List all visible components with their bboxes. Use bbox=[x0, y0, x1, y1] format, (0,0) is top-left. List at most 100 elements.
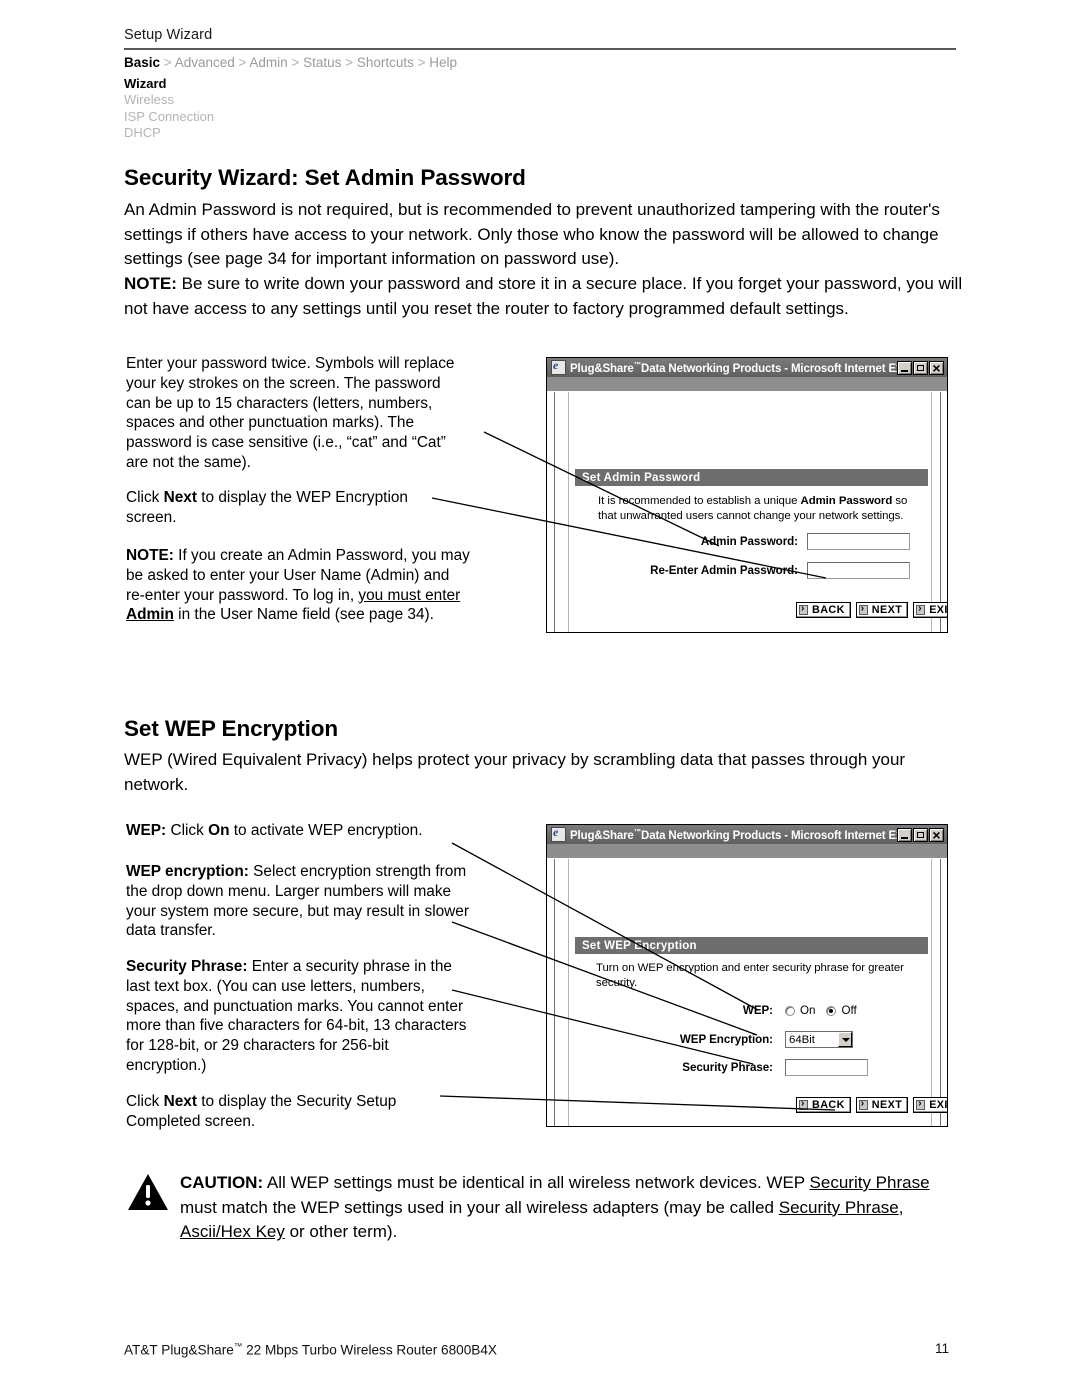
next-button[interactable]: NEXT bbox=[855, 602, 909, 618]
chevron-right-icon bbox=[916, 1097, 926, 1111]
window-controls bbox=[897, 359, 944, 377]
security-phrase-input[interactable] bbox=[785, 1059, 868, 1076]
exit-button[interactable]: EXIT bbox=[913, 1097, 947, 1113]
wep-encryption-label: WEP Encryption: bbox=[679, 1033, 773, 1046]
wep-encryption-select[interactable]: 64Bit bbox=[785, 1031, 853, 1048]
section1-note-text: Be sure to write down your password and … bbox=[124, 274, 963, 318]
chevron-down-icon[interactable] bbox=[838, 1032, 852, 1047]
breadcrumb-separator: > bbox=[238, 55, 247, 70]
window-title-rest: Data Networking Products - Microsoft Int… bbox=[641, 829, 897, 842]
caution-text-1: All WEP settings must be identical in al… bbox=[263, 1173, 810, 1192]
browser-window-admin-password[interactable]: Plug&Share™Data Networking Products - Mi… bbox=[546, 357, 948, 633]
panel-description: It is recommended to establish a unique … bbox=[598, 494, 928, 523]
chevron-right-icon bbox=[858, 1097, 868, 1111]
callout3-text-b: in the User Name field (see page 34). bbox=[173, 606, 434, 624]
callout4-pre: Click bbox=[126, 1093, 164, 1110]
wep-on-label[interactable]: On bbox=[800, 1004, 815, 1017]
internet-explorer-icon bbox=[551, 825, 566, 842]
section1-callout-1: Enter your password twice. Symbols will … bbox=[126, 355, 455, 471]
section1-note-label: NOTE: bbox=[124, 274, 177, 293]
back-button-label: BACK bbox=[812, 604, 845, 616]
warning-triangle-icon bbox=[128, 1174, 168, 1210]
window-title-rest: Data Networking Products - Microsoft Int… bbox=[641, 362, 897, 375]
subnav-item-wireless[interactable]: Wireless bbox=[124, 92, 214, 108]
admin-password-input[interactable] bbox=[807, 533, 910, 550]
window-titlebar[interactable]: Plug&Share™Data Networking Products - Mi… bbox=[547, 358, 947, 377]
section2-heading: Set WEP Encryption bbox=[124, 716, 339, 741]
form-row-security-phrase: Security Phrase: bbox=[610, 1059, 940, 1076]
caution-text-3: , bbox=[898, 1197, 904, 1217]
next-button-label: NEXT bbox=[871, 604, 903, 616]
window-controls bbox=[897, 826, 944, 844]
form-row-reenter-admin-password: Re-Enter Admin Password: bbox=[610, 562, 930, 579]
close-button[interactable] bbox=[929, 826, 944, 844]
wep-on-radio[interactable] bbox=[785, 1005, 795, 1016]
panel-desc-bold: Admin Password bbox=[800, 495, 893, 507]
breadcrumb-item-advanced[interactable]: Advanced bbox=[175, 55, 235, 70]
footer-product-name: AT&T Plug&Share™ 22 Mbps Turbo Wireless … bbox=[124, 1341, 497, 1358]
panel-description: Turn on WEP encryption and enter securit… bbox=[596, 962, 904, 989]
exit-button-label: EXIT bbox=[929, 604, 948, 616]
vertical-scrollbar[interactable] bbox=[931, 392, 947, 632]
caution-underline-2: Security Phrase bbox=[778, 1197, 899, 1217]
section2-paragraph-1: WEP (Wired Equivalent Privacy) helps pro… bbox=[124, 750, 906, 794]
exit-button[interactable]: EXIT bbox=[913, 602, 948, 618]
minimize-button[interactable] bbox=[897, 360, 912, 375]
trademark-icon: ™ bbox=[633, 827, 642, 837]
panel-header-set-wep-encryption: Set WEP Encryption bbox=[575, 937, 928, 954]
callout3-label: NOTE: bbox=[126, 547, 174, 564]
next-button[interactable]: NEXT bbox=[855, 1097, 909, 1113]
subnav-item-isp-connection[interactable]: ISP Connection bbox=[124, 109, 214, 125]
wep-radio-group: On Off bbox=[785, 1004, 857, 1017]
window-titlebar[interactable]: Plug&Share™Data Networking Products - Mi… bbox=[547, 825, 947, 844]
subnav-item-dhcp[interactable]: DHCP bbox=[124, 125, 214, 141]
footer-brand: AT&T Plug&Share bbox=[124, 1342, 234, 1358]
close-button[interactable] bbox=[929, 359, 944, 377]
form-row-wep: WEP: On Off bbox=[610, 1004, 940, 1017]
browser-toolbar bbox=[547, 377, 947, 392]
caution-underline-3: Ascii/Hex Key bbox=[180, 1222, 285, 1242]
page-number: 11 bbox=[935, 1341, 950, 1356]
footer-model: 22 Mbps Turbo Wireless Router 6800B4X bbox=[242, 1342, 497, 1358]
breadcrumb-item-status[interactable]: Status bbox=[303, 55, 341, 70]
callout-wep-pre: Click bbox=[166, 822, 209, 839]
breadcrumb-item-admin[interactable]: Admin bbox=[249, 55, 287, 70]
window-title: Plug&Share™Data Networking Products - Mi… bbox=[570, 360, 897, 375]
trademark-icon: ™ bbox=[633, 360, 642, 370]
subnav-item-wizard[interactable]: Wizard bbox=[124, 76, 214, 92]
document-page: Setup Wizard Basic > Advanced > Admin > … bbox=[0, 0, 1080, 1397]
breadcrumb-item-help[interactable]: Help bbox=[429, 55, 457, 70]
callout2-pre: Click bbox=[126, 489, 164, 506]
browser-window-wep-encryption[interactable]: Plug&Share™Data Networking Products - Mi… bbox=[546, 824, 948, 1127]
page-content-admin-password: Set Admin Password It is recommended to … bbox=[570, 392, 947, 632]
caution-text: CAUTION: All WEP settings must be identi… bbox=[180, 1171, 966, 1245]
panel-header-set-admin-password: Set Admin Password bbox=[575, 469, 928, 486]
breadcrumb-separator: > bbox=[345, 55, 354, 70]
window-title-brand: Plug&Share bbox=[570, 829, 634, 842]
section1-note: NOTE: Be sure to write down your passwor… bbox=[124, 272, 969, 321]
wep-off-label[interactable]: Off bbox=[841, 1004, 856, 1017]
back-button[interactable]: BACK bbox=[796, 1097, 851, 1113]
section2-callout-3: Security Phrase: Enter a security phrase… bbox=[126, 957, 471, 1076]
wep-off-radio[interactable] bbox=[826, 1005, 837, 1016]
back-button-label: BACK bbox=[812, 1099, 845, 1111]
breadcrumb-item-shortcuts[interactable]: Shortcuts bbox=[357, 55, 414, 70]
vertical-scrollbar[interactable] bbox=[931, 859, 947, 1126]
minimize-button[interactable] bbox=[897, 827, 912, 842]
caution-text-4: or other term). bbox=[284, 1222, 398, 1242]
callout3-underline-bold: Admin bbox=[126, 606, 174, 624]
callout-wep-post: to activate WEP encryption. bbox=[229, 822, 423, 839]
back-button[interactable]: BACK bbox=[796, 602, 851, 618]
reenter-admin-password-input[interactable] bbox=[807, 562, 910, 579]
callout3-underline-a: you must enter bbox=[358, 586, 461, 604]
chevron-right-icon bbox=[858, 602, 868, 616]
maximize-button[interactable] bbox=[913, 827, 928, 842]
wep-label: WEP: bbox=[742, 1004, 773, 1017]
breadcrumb-item-basic[interactable]: Basic bbox=[124, 55, 160, 70]
section2-callout-1: WEP: Click On to activate WEP encryption… bbox=[126, 821, 476, 841]
section2-callout-2: WEP encryption: Select encryption streng… bbox=[126, 862, 474, 941]
maximize-button[interactable] bbox=[913, 360, 928, 375]
wizard-button-row: BACK NEXT EXIT bbox=[796, 1097, 947, 1113]
caution-underline-1: Security Phrase bbox=[809, 1173, 930, 1192]
section2-callout-4: Click Next to display the Security Setup… bbox=[126, 1092, 456, 1132]
